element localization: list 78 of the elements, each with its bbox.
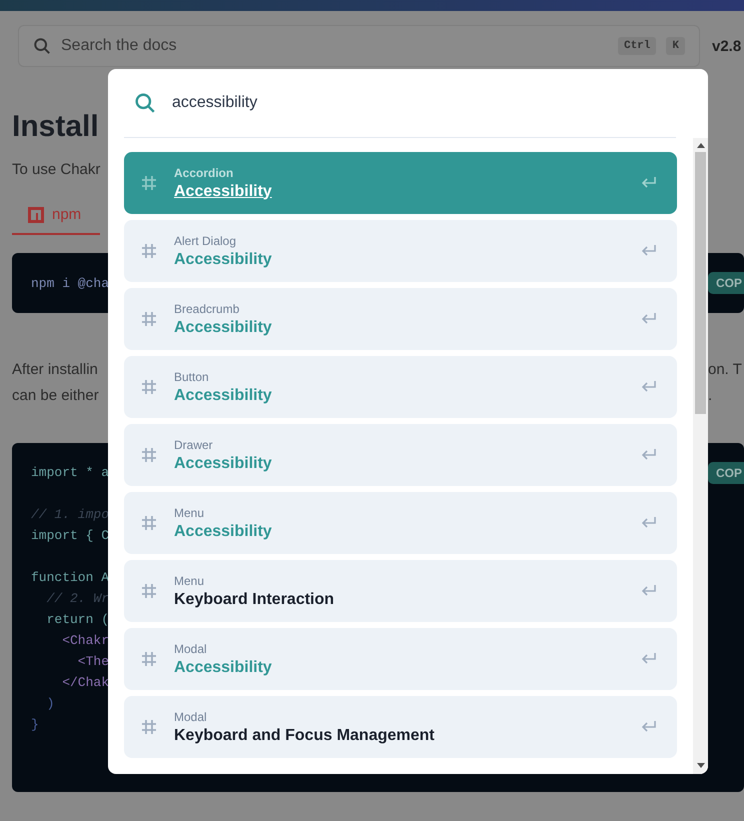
result-section: Modal bbox=[174, 710, 625, 724]
result-title: Accessibility bbox=[174, 522, 273, 540]
enter-icon bbox=[641, 584, 657, 598]
hash-icon bbox=[140, 378, 158, 396]
enter-icon bbox=[641, 380, 657, 394]
search-result[interactable]: Menu Accessibility bbox=[124, 492, 677, 554]
search-input[interactable]: accessibility bbox=[172, 94, 676, 112]
search-result[interactable]: Alert Dialog Accessibility bbox=[124, 220, 677, 282]
result-title: Accessibility bbox=[174, 658, 273, 676]
enter-icon bbox=[641, 244, 657, 258]
code-line: import { C bbox=[31, 527, 110, 545]
search-result[interactable]: Modal Accessibility bbox=[124, 628, 677, 690]
result-section: Drawer bbox=[174, 438, 625, 452]
enter-icon bbox=[641, 448, 657, 462]
package-tab[interactable]: npm bbox=[12, 206, 100, 235]
search-result[interactable]: Button Accessibility bbox=[124, 356, 677, 418]
enter-icon bbox=[641, 176, 657, 190]
search-result[interactable]: Menu Keyboard Interaction bbox=[124, 560, 677, 622]
code-line: npm i @cha bbox=[31, 274, 110, 292]
hash-icon bbox=[140, 310, 158, 328]
key-hint: K bbox=[666, 37, 685, 55]
result-section: Menu bbox=[174, 506, 625, 520]
code-line: // 2. Wr bbox=[46, 590, 110, 608]
search-result[interactable]: Breadcrumb Accessibility bbox=[124, 288, 677, 350]
result-title: Accessibility bbox=[174, 318, 273, 336]
search-result[interactable]: Modal Keyboard and Focus Management bbox=[124, 696, 677, 758]
code-line: return ( bbox=[46, 611, 110, 629]
scroll-thumb[interactable] bbox=[695, 152, 706, 414]
package-icon bbox=[28, 206, 44, 222]
hash-icon bbox=[140, 242, 158, 260]
result-section: Accordion bbox=[174, 166, 625, 180]
page-heading: Install bbox=[12, 110, 99, 144]
code-line: // 1. impo bbox=[31, 506, 110, 524]
hash-icon bbox=[140, 718, 158, 736]
hash-icon bbox=[140, 650, 158, 668]
enter-icon bbox=[641, 720, 657, 734]
search-result[interactable]: Accordion Accessibility bbox=[124, 152, 677, 214]
code-line: <The bbox=[76, 653, 110, 671]
intro-text: To use Chakr bbox=[12, 161, 100, 178]
enter-icon bbox=[641, 516, 657, 530]
paragraph-text: can be either bbox=[12, 386, 99, 406]
result-title: Accessibility bbox=[174, 250, 273, 268]
result-section: Alert Dialog bbox=[174, 234, 625, 248]
result-title: Keyboard and Focus Management bbox=[174, 726, 436, 744]
result-section: Button bbox=[174, 370, 625, 384]
search-placeholder: Search the docs bbox=[61, 37, 178, 55]
search-result[interactable]: Drawer Accessibility bbox=[124, 424, 677, 486]
hash-icon bbox=[140, 582, 158, 600]
result-title: Accessibility bbox=[174, 386, 273, 404]
hash-icon bbox=[140, 174, 158, 192]
code-line: </Chak bbox=[61, 674, 110, 692]
search-icon bbox=[134, 92, 156, 114]
scroll-down-icon bbox=[696, 763, 704, 768]
paragraph-text: . bbox=[708, 386, 714, 406]
hash-icon bbox=[140, 446, 158, 464]
enter-icon bbox=[641, 652, 657, 666]
result-section: Modal bbox=[174, 642, 625, 656]
paragraph-text: on. T bbox=[708, 360, 743, 380]
version-label[interactable]: v2.8 bbox=[712, 38, 742, 54]
scrollbar[interactable] bbox=[693, 138, 708, 774]
code-line: import * a bbox=[31, 464, 110, 482]
code-line: <Chakr bbox=[61, 632, 110, 650]
result-section: Menu bbox=[174, 574, 625, 588]
code-line: } bbox=[31, 716, 40, 734]
result-title: Accessibility bbox=[174, 182, 273, 200]
result-title: Keyboard Interaction bbox=[174, 590, 336, 608]
paragraph-text: After installin bbox=[12, 360, 99, 380]
hash-icon bbox=[140, 514, 158, 532]
result-section: Breadcrumb bbox=[174, 302, 625, 316]
code-line: ) bbox=[46, 695, 56, 713]
search-field[interactable]: Search the docs Ctrl K bbox=[18, 25, 700, 67]
key-hint: Ctrl bbox=[618, 37, 656, 55]
scroll-up-icon bbox=[696, 143, 704, 148]
result-title: Accessibility bbox=[174, 454, 273, 472]
copy-button[interactable]: COP bbox=[708, 462, 744, 484]
search-icon bbox=[33, 37, 51, 55]
enter-icon bbox=[641, 312, 657, 326]
copy-button[interactable]: COP bbox=[708, 272, 744, 294]
